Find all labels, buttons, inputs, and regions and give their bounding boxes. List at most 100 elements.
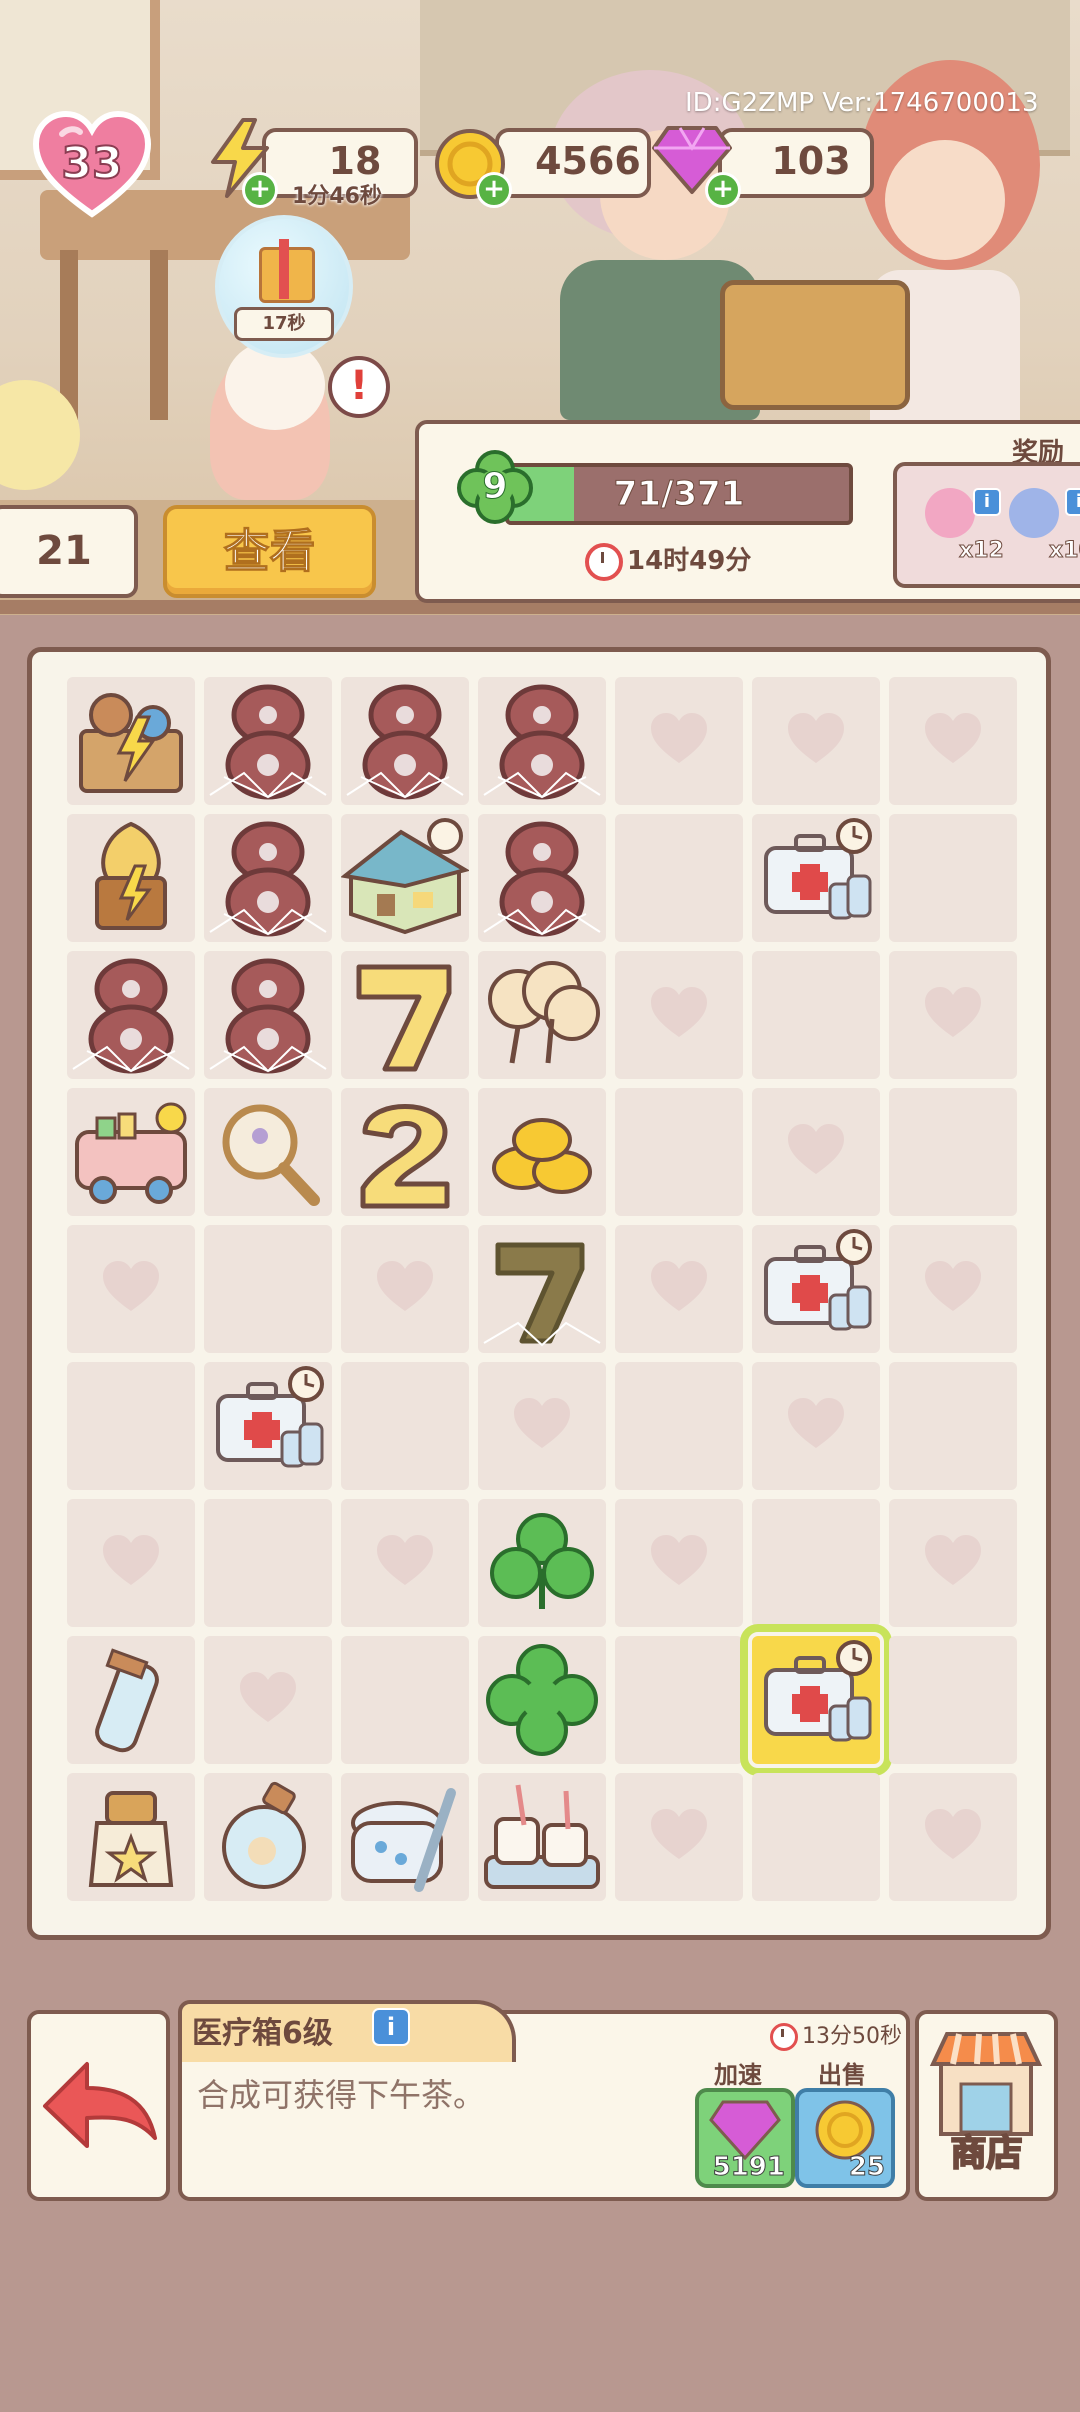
tea-cups-icon[interactable] [478,1773,606,1901]
board-cell[interactable] [204,1362,332,1490]
board-cell[interactable] [478,814,606,942]
coin-counter[interactable]: 4566 [495,128,651,198]
reward-info-icon[interactable]: i [973,488,1001,516]
board-cell[interactable] [478,1499,606,1627]
board-cell[interactable] [478,1088,606,1216]
cobweb-8-icon[interactable] [67,951,195,1079]
board-cell[interactable] [889,1773,1017,1901]
medkit-icon[interactable] [204,1362,332,1490]
fans-icon[interactable] [478,951,606,1079]
board-cell[interactable] [204,951,332,1079]
board-cell[interactable] [478,1636,606,1764]
board-cell[interactable] [67,1088,195,1216]
board-cell[interactable] [204,1088,332,1216]
gift-bubble[interactable]: 17秒 [215,215,353,358]
cobweb-8-icon[interactable] [204,677,332,805]
board-cell[interactable] [67,814,195,942]
board-cell[interactable] [341,1499,469,1627]
house-icon[interactable] [340,814,471,942]
reward-box[interactable]: i x12 i x10 [893,462,1080,588]
board-cell[interactable] [67,1499,195,1627]
board-cell[interactable] [615,1499,743,1627]
board-cell[interactable] [615,1362,743,1490]
selected-medkit-icon[interactable] [752,1636,880,1764]
board-cell[interactable] [341,1636,469,1764]
board-cell[interactable] [615,1088,743,1216]
coins-icon[interactable] [478,1088,606,1216]
board-cell[interactable] [752,951,880,1079]
board-cell[interactable] [889,1636,1017,1764]
board-cell[interactable] [889,1088,1017,1216]
merge-board[interactable] [27,647,1051,1940]
board-cell[interactable] [752,814,880,942]
reward-info-icon[interactable]: i [1065,488,1080,516]
cobweb-8-icon[interactable] [204,814,332,942]
medkit-icon[interactable] [752,1225,880,1353]
side-counter[interactable]: 21 [0,505,138,598]
board-cell[interactable] [341,1773,469,1901]
board-cell[interactable] [204,1636,332,1764]
board-cell[interactable] [615,1773,743,1901]
board-cell[interactable] [341,677,469,805]
board-cell[interactable] [889,1499,1017,1627]
board-cell[interactable] [204,677,332,805]
board-cell[interactable] [341,1225,469,1353]
board-cell[interactable] [752,1225,880,1353]
board-cell[interactable] [752,1499,880,1627]
board-cell[interactable] [340,814,471,942]
board-cell[interactable] [615,951,743,1079]
board-cell[interactable] [478,1773,606,1901]
bottle-star-icon[interactable] [67,1773,195,1901]
shop-button[interactable]: 商店 [915,2010,1058,2201]
board-cell[interactable] [67,1362,195,1490]
add-coins-button[interactable]: + [476,172,512,208]
board-cell[interactable] [752,1773,880,1901]
add-energy-button[interactable]: + [242,172,278,208]
board-cell[interactable] [204,1225,332,1353]
board-cell[interactable] [67,677,195,805]
board-cell[interactable] [341,1362,469,1490]
magnifier-icon[interactable] [204,1088,332,1216]
energy-chest-icon[interactable] [67,814,195,942]
board-cell[interactable] [204,814,332,942]
cobweb-8-icon[interactable] [341,677,469,805]
clover-4-icon[interactable] [478,1636,606,1764]
board-cell[interactable] [478,1225,606,1353]
board-cell[interactable] [341,951,469,1079]
item-info-button[interactable]: i [372,2008,410,2046]
board-cell[interactable] [67,1636,195,1764]
back-button[interactable] [27,2010,170,2201]
gem-counter[interactable]: 103 [718,128,874,198]
board-cell[interactable] [67,1225,195,1353]
vial-icon[interactable] [67,1636,195,1764]
player-level-badge[interactable]: 33 [32,110,152,220]
cobweb-8-icon[interactable] [478,677,606,805]
bottle-round-icon[interactable] [204,1773,332,1901]
board-cell[interactable] [889,1225,1017,1353]
board-cell[interactable] [615,814,743,942]
cobweb-8-icon[interactable] [478,814,606,942]
board-cell[interactable] [67,1773,195,1901]
number-7-icon[interactable] [341,951,469,1079]
medkit-icon[interactable] [752,814,880,942]
board-cell[interactable] [889,1362,1017,1490]
toy-bus-icon[interactable] [67,1088,195,1216]
rice-cooker-icon[interactable] [341,1773,469,1901]
board-cell[interactable] [67,951,195,1079]
board-cell[interactable] [478,951,606,1079]
locked-7-icon[interactable] [478,1225,606,1353]
alert-icon[interactable]: ! [328,356,390,418]
board-cell[interactable] [204,1773,332,1901]
board-cell[interactable] [752,1088,880,1216]
toy-box-energy-icon[interactable] [67,677,195,805]
board-cell[interactable] [341,1088,469,1216]
board-cell[interactable] [752,1362,880,1490]
board-cell[interactable] [889,677,1017,805]
clover-3-icon[interactable] [478,1499,606,1627]
board-cell[interactable] [889,951,1017,1079]
speed-up-button[interactable]: 5191 [695,2088,795,2188]
sell-button[interactable]: 25 [795,2088,895,2188]
board-cell[interactable] [204,1499,332,1627]
add-gems-button[interactable]: + [705,172,741,208]
board-cell-selected[interactable] [740,1624,892,1776]
